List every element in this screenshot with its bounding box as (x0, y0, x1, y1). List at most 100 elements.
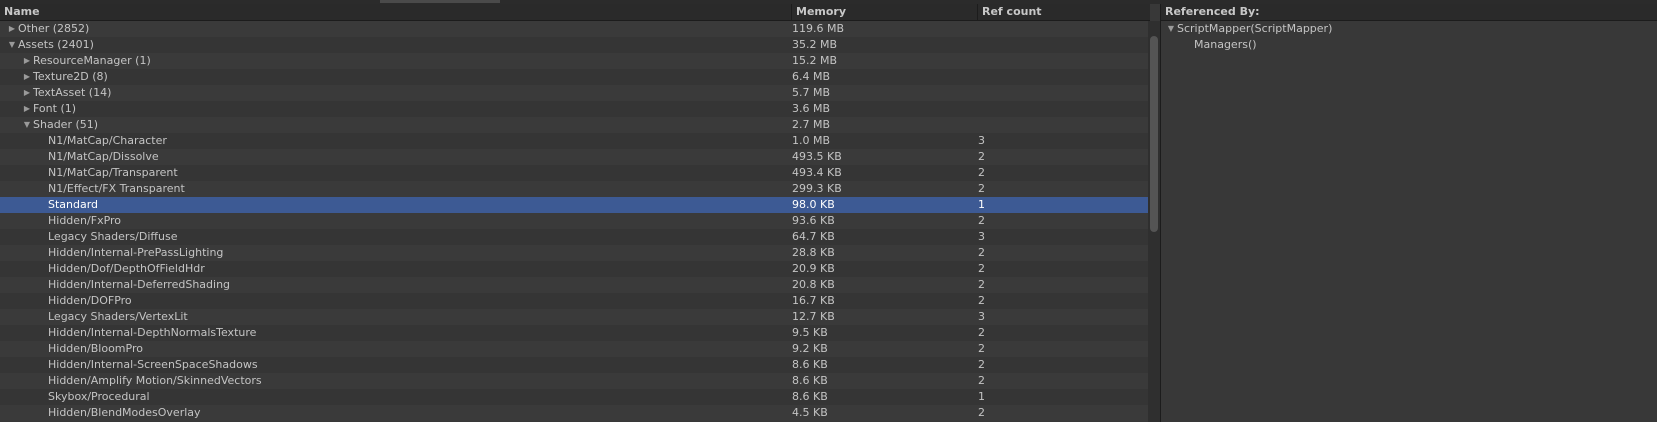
row-memory: 15.2 MB (792, 54, 838, 67)
row-name: Legacy Shaders/VertexLit (48, 310, 188, 323)
referenced-by-item[interactable]: ▼ ScriptMapper(ScriptMapper) (1161, 21, 1657, 37)
row-ref-count (978, 117, 1148, 133)
row-name: Hidden/DOFPro (48, 294, 132, 307)
row-name-cell: ▶ Font (1) (0, 101, 811, 117)
row-name-cell: ▶ Texture2D (8) (0, 69, 811, 85)
tree-row[interactable]: ▶ Font (1) 3.6 MB (0, 101, 1148, 117)
row-ref-count: 2 (978, 246, 985, 259)
toolbar-tab[interactable] (380, 0, 500, 3)
tree-row[interactable]: Hidden/Internal-ScreenSpaceShadows 8.6 KB… (0, 357, 1148, 373)
row-memory: 64.7 KB (792, 230, 835, 243)
tree-row[interactable]: Hidden/FxPro 93.6 KB 2 (0, 213, 1148, 229)
row-name: N1/MatCap/Transparent (48, 166, 178, 179)
row-name: Hidden/Internal-DeferredShading (48, 278, 231, 291)
row-name: N1/Effect/FX Transparent (48, 182, 185, 195)
tree-row[interactable]: ▶ TextAsset (14) 5.7 MB (0, 85, 1148, 101)
row-ref-count (978, 21, 1148, 37)
tree-row[interactable]: N1/MatCap/Character 1.0 MB 3 (0, 133, 1148, 149)
row-name-cell: Hidden/Internal-ScreenSpaceShadows (0, 357, 826, 373)
row-ref-count: 3 (978, 230, 985, 243)
expanded-arrow-icon[interactable]: ▼ (21, 117, 33, 133)
row-memory: 20.9 KB (792, 262, 835, 275)
tree-row[interactable]: Hidden/DOFPro 16.7 KB 2 (0, 293, 1148, 309)
expanded-arrow-icon[interactable]: ▼ (6, 37, 18, 53)
row-name-cell: Hidden/Amplify Motion/SkinnedVectors (0, 373, 826, 389)
row-memory: 2.7 MB (792, 118, 831, 131)
tree-row[interactable]: ▶ Texture2D (8) 6.4 MB (0, 69, 1148, 85)
row-name-cell: Hidden/Internal-DeferredShading (0, 277, 826, 293)
referenced-by-pane: Referenced By: ▼ ScriptMapper(ScriptMappe… (1161, 4, 1657, 422)
row-memory: 1.0 MB (792, 134, 831, 147)
tree-row[interactable]: ▶ ResourceManager (1) 15.2 MB (0, 53, 1148, 69)
tree-row[interactable]: Legacy Shaders/VertexLit 12.7 KB 3 (0, 309, 1148, 325)
row-ref-count: 3 (978, 310, 985, 323)
scrollbar-thumb[interactable] (1150, 36, 1158, 232)
tree-row[interactable]: ▼ Shader (51) 2.7 MB (0, 117, 1148, 133)
row-memory: 119.6 MB (792, 22, 845, 35)
tree-row[interactable]: Standard 98.0 KB 1 (0, 197, 1148, 213)
row-name-cell: Skybox/Procedural (0, 389, 826, 405)
column-header-memory[interactable]: Memory (792, 4, 978, 20)
row-memory: 20.8 KB (792, 278, 835, 291)
row-ref-count: 2 (978, 374, 985, 387)
tree-row[interactable]: N1/Effect/FX Transparent 299.3 KB 2 (0, 181, 1148, 197)
row-ref-count: 2 (978, 214, 985, 227)
row-memory: 493.4 KB (792, 166, 842, 179)
row-name: Hidden/Internal-DepthNormalsTexture (48, 326, 257, 339)
memory-profiler-panel: Name Memory Ref count ▶ Other (2852) 119.6… (0, 4, 1657, 422)
referenced-by-header: Referenced By: (1161, 4, 1657, 21)
row-name-cell: Hidden/BloomPro (0, 341, 826, 357)
tree-row[interactable]: Hidden/Internal-DeferredShading 20.8 KB 2 (0, 277, 1148, 293)
expanded-arrow-icon[interactable]: ▼ (1165, 21, 1177, 37)
tree-row[interactable]: Hidden/Internal-DepthNormalsTexture 9.5 K… (0, 325, 1148, 341)
row-name-cell: N1/MatCap/Dissolve (0, 149, 826, 165)
row-name: Texture2D (8) (33, 70, 108, 83)
vertical-scrollbar[interactable] (1148, 21, 1160, 422)
row-name: Shader (51) (33, 118, 99, 131)
tree-row[interactable]: Hidden/BloomPro 9.2 KB 2 (0, 341, 1148, 357)
tree-row[interactable]: ▼ Assets (2401) 35.2 MB (0, 37, 1148, 53)
row-ref-count: 2 (978, 294, 985, 307)
collapsed-arrow-icon[interactable]: ▶ (21, 85, 33, 101)
row-memory: 299.3 KB (792, 182, 842, 195)
row-name-cell: Hidden/Internal-DepthNormalsTexture (0, 325, 826, 341)
tree-row[interactable]: N1/MatCap/Transparent 493.4 KB 2 (0, 165, 1148, 181)
tree-row[interactable]: Legacy Shaders/Diffuse 64.7 KB 3 (0, 229, 1148, 245)
row-name-cell: Hidden/BlendModesOverlay (0, 405, 826, 421)
row-name-cell: ▶ TextAsset (14) (0, 85, 811, 101)
referenced-by-item[interactable]: Managers() (1161, 37, 1657, 53)
tree-row[interactable]: Hidden/Amplify Motion/SkinnedVectors 8.6 … (0, 373, 1148, 389)
row-memory: 93.6 KB (792, 214, 835, 227)
collapsed-arrow-icon[interactable]: ▶ (21, 69, 33, 85)
row-ref-count: 3 (978, 134, 985, 147)
row-ref-count (978, 37, 1148, 53)
row-memory: 16.7 KB (792, 294, 835, 307)
column-header-name[interactable]: Name (0, 4, 792, 20)
row-ref-count: 2 (978, 166, 985, 179)
row-name: Legacy Shaders/Diffuse (48, 230, 178, 243)
collapsed-arrow-icon[interactable]: ▶ (21, 101, 33, 117)
tree-row[interactable]: Hidden/BlendModesOverlay 4.5 KB 2 (0, 405, 1148, 421)
row-ref-count: 2 (978, 358, 985, 371)
tree-header: Name Memory Ref count (0, 4, 1150, 21)
row-ref-count: 1 (978, 198, 985, 211)
row-ref-count (978, 53, 1148, 69)
tree-row[interactable]: Hidden/Internal-PrePassLighting 28.8 KB 2 (0, 245, 1148, 261)
row-memory: 8.6 KB (792, 374, 828, 387)
referenced-by-label: ScriptMapper(ScriptMapper) (1177, 22, 1333, 35)
row-memory: 493.5 KB (792, 150, 842, 163)
tree-row[interactable]: Hidden/Dof/DepthOfFieldHdr 20.9 KB 2 (0, 261, 1148, 277)
row-ref-count (978, 85, 1148, 101)
row-ref-count: 2 (978, 326, 985, 339)
row-name: Hidden/BloomPro (48, 342, 143, 355)
row-name: N1/MatCap/Character (48, 134, 167, 147)
row-ref-count: 2 (978, 182, 985, 195)
collapsed-arrow-icon[interactable]: ▶ (6, 21, 18, 37)
row-name-cell: N1/MatCap/Transparent (0, 165, 826, 181)
row-name: Other (2852) (18, 22, 90, 35)
column-header-ref-count[interactable]: Ref count (978, 4, 1150, 20)
collapsed-arrow-icon[interactable]: ▶ (21, 53, 33, 69)
tree-row[interactable]: ▶ Other (2852) 119.6 MB (0, 21, 1148, 37)
tree-row[interactable]: Skybox/Procedural 8.6 KB 1 (0, 389, 1148, 405)
tree-row[interactable]: N1/MatCap/Dissolve 493.5 KB 2 (0, 149, 1148, 165)
